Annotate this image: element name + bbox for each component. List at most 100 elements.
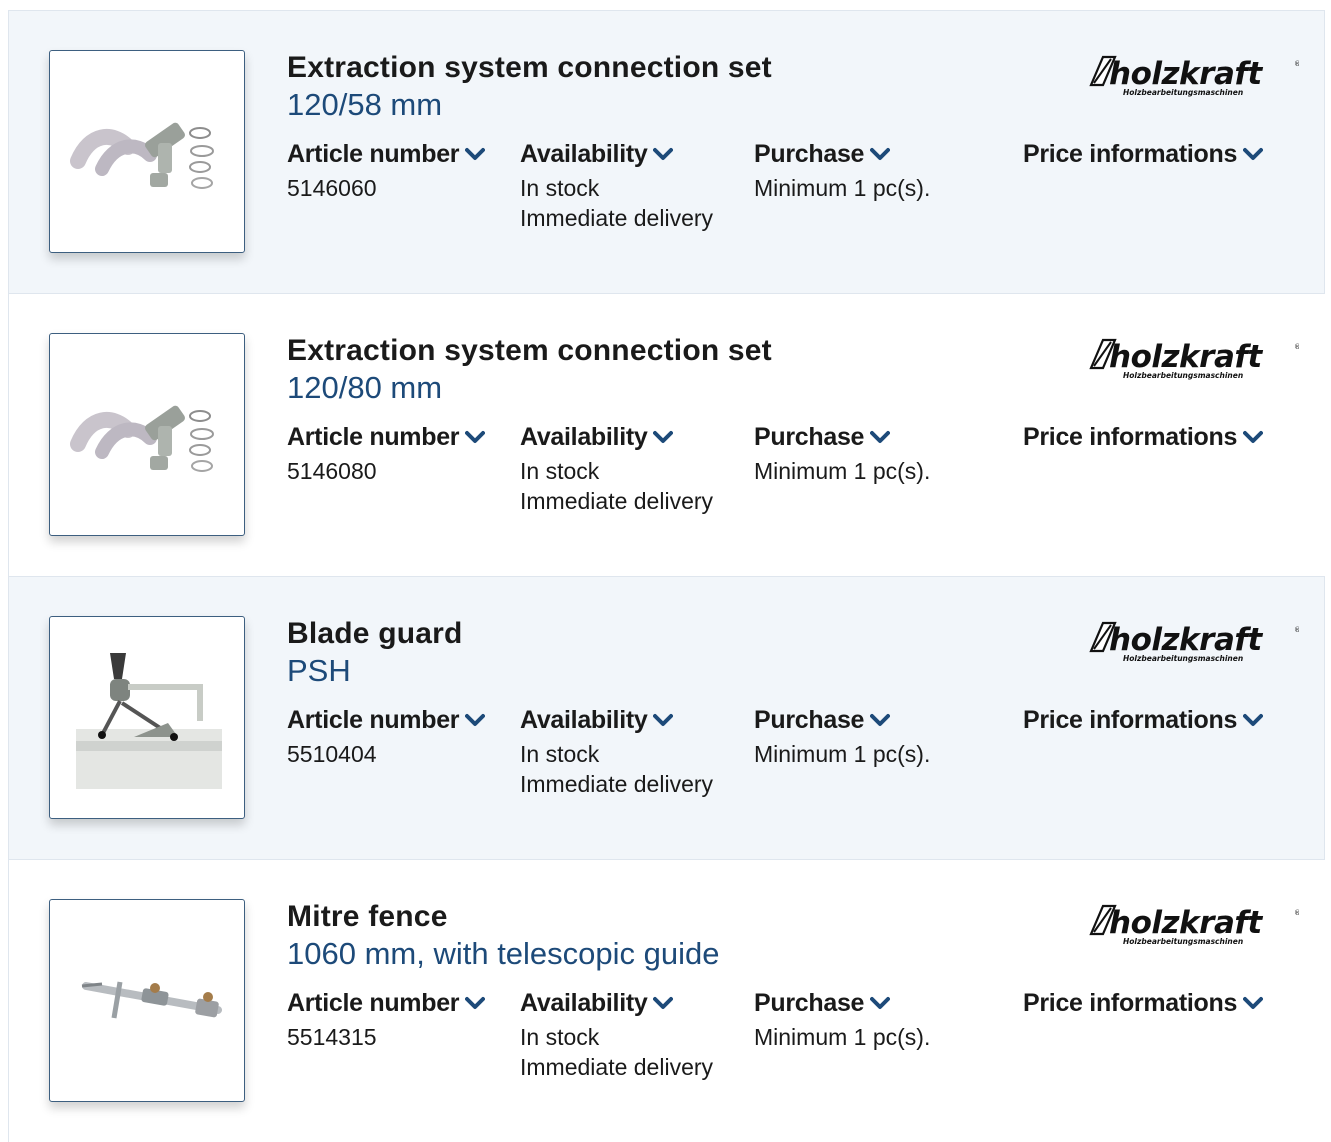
registered-mark-icon: ® — [1294, 626, 1299, 634]
blade-guard-illustration — [76, 653, 222, 789]
price-informations-label: Price informations — [1023, 423, 1238, 451]
product-subtitle[interactable]: 120/58 mm — [287, 87, 442, 123]
price-informations-toggle[interactable]: Price informations — [1023, 705, 1264, 736]
availability-label: Availability — [520, 140, 648, 168]
minimum-quantity: Minimum 1 pc(s). — [754, 457, 931, 484]
extraction-set-illustration — [70, 122, 214, 189]
stock-status: In stock — [520, 740, 600, 767]
brand-tagline: Holzbearbeitungsmaschinen — [1123, 937, 1243, 946]
product-subtitle[interactable]: PSH — [287, 653, 351, 689]
chevron-down-icon — [465, 422, 486, 451]
article-number-column: Article number 5514315 — [287, 989, 486, 1052]
chevron-down-icon — [653, 139, 674, 168]
price-informations-label: Price informations — [1023, 989, 1238, 1017]
chevron-down-icon — [653, 422, 674, 451]
price-informations-toggle[interactable]: Price informations — [1023, 988, 1264, 1019]
product-subtitle[interactable]: 1060 mm, with telescopic guide — [287, 936, 720, 972]
chevron-down-icon — [1243, 988, 1264, 1017]
chevron-down-icon — [1243, 139, 1264, 168]
chevron-down-icon — [1243, 422, 1264, 451]
purchase-toggle[interactable]: Purchase — [754, 423, 930, 453]
article-number-value: 5146060 — [287, 174, 377, 201]
article-number-column: Article number 5510404 — [287, 705, 486, 769]
article-number-label: Article number — [287, 140, 460, 168]
product-row[interactable]: Extraction system connection set 120/58 … — [8, 10, 1325, 293]
holzkraft-logo[interactable]: holzkraft ® Holzbearbeitungsmaschinen — [1087, 617, 1301, 663]
stock-status: In stock — [520, 1023, 600, 1050]
price-informations-toggle[interactable]: Price informations — [1023, 422, 1264, 453]
holzkraft-logo[interactable]: holzkraft ® Holzbearbeitungsmaschinen — [1087, 334, 1301, 380]
article-number-label: Article number — [287, 989, 460, 1017]
product-row[interactable]: Extraction system connection set 120/80 … — [8, 293, 1325, 576]
product-row[interactable]: Blade guard PSH Article number 5510404 A… — [8, 576, 1325, 859]
availability-toggle[interactable]: Availability — [520, 706, 713, 736]
chevron-down-icon — [870, 422, 891, 451]
availability-toggle[interactable]: Availability — [520, 140, 713, 170]
availability-toggle[interactable]: Availability — [520, 423, 713, 453]
registered-mark-icon: ® — [1294, 909, 1299, 917]
price-informations-label: Price informations — [1023, 706, 1238, 734]
product-title[interactable]: Mitre fence — [287, 900, 448, 934]
article-number-toggle[interactable]: Article number — [287, 989, 486, 1019]
registered-mark-icon: ® — [1294, 60, 1299, 68]
article-number-toggle[interactable]: Article number — [287, 705, 486, 736]
purchase-toggle[interactable]: Purchase — [754, 989, 930, 1019]
product-image[interactable] — [49, 899, 245, 1102]
chevron-down-icon — [465, 705, 486, 734]
availability-column: Availability In stock Immediate delivery — [520, 140, 713, 233]
chevron-down-icon — [870, 988, 891, 1017]
brand-name: holzkraft — [1109, 56, 1263, 92]
article-number-value: 5514315 — [287, 1023, 377, 1050]
brand-tagline: Holzbearbeitungsmaschinen — [1123, 654, 1243, 663]
purchase-label: Purchase — [754, 989, 865, 1017]
availability-column: Availability In stock Immediate delivery — [520, 423, 713, 516]
purchase-label: Purchase — [754, 140, 865, 168]
extraction-set-illustration — [70, 405, 214, 472]
purchase-toggle[interactable]: Purchase — [754, 140, 930, 170]
registered-mark-icon: ® — [1294, 343, 1299, 351]
product-title[interactable]: Extraction system connection set — [287, 51, 772, 85]
availability-column: Availability In stock Immediate delivery — [520, 706, 713, 799]
chevron-down-icon — [1243, 705, 1264, 734]
price-informations-column: Price informations — [1023, 705, 1264, 736]
purchase-column: Purchase Minimum 1 pc(s). — [754, 423, 930, 486]
article-number-column: Article number 5146080 — [287, 422, 486, 486]
brand-name: holzkraft — [1109, 339, 1263, 375]
delivery-status: Immediate delivery — [520, 770, 714, 797]
purchase-column: Purchase Minimum 1 pc(s). — [754, 140, 930, 203]
holzkraft-logo[interactable]: holzkraft ® Holzbearbeitungsmaschinen — [1087, 51, 1301, 97]
chevron-down-icon — [465, 139, 486, 168]
delivery-status: Immediate delivery — [520, 487, 714, 514]
brand-tagline: Holzbearbeitungsmaschinen — [1123, 88, 1243, 97]
article-number-toggle[interactable]: Article number — [287, 139, 486, 170]
brand-name: holzkraft — [1109, 622, 1263, 658]
mitre-fence-illustration — [81, 981, 222, 1019]
purchase-column: Purchase Minimum 1 pc(s). — [754, 989, 930, 1052]
price-informations-column: Price informations — [1023, 422, 1264, 453]
product-row[interactable]: Mitre fence 1060 mm, with telescopic gui… — [8, 859, 1325, 1142]
product-list: Extraction system connection set 120/58 … — [0, 0, 1331, 1142]
minimum-quantity: Minimum 1 pc(s). — [754, 174, 931, 201]
product-image[interactable] — [49, 333, 245, 536]
chevron-down-icon — [870, 139, 891, 168]
delivery-status: Immediate delivery — [520, 1053, 714, 1080]
product-title[interactable]: Blade guard — [287, 617, 463, 651]
chevron-down-icon — [653, 705, 674, 734]
availability-toggle[interactable]: Availability — [520, 989, 713, 1019]
purchase-toggle[interactable]: Purchase — [754, 706, 930, 736]
price-informations-toggle[interactable]: Price informations — [1023, 139, 1264, 170]
holzkraft-logo[interactable]: holzkraft ® Holzbearbeitungsmaschinen — [1087, 900, 1301, 946]
article-number-column: Article number 5146060 — [287, 139, 486, 203]
product-title[interactable]: Extraction system connection set — [287, 334, 772, 368]
product-subtitle[interactable]: 120/80 mm — [287, 370, 442, 406]
chevron-down-icon — [653, 988, 674, 1017]
product-image[interactable] — [49, 616, 245, 819]
price-informations-column: Price informations — [1023, 988, 1264, 1019]
article-number-toggle[interactable]: Article number — [287, 422, 486, 453]
minimum-quantity: Minimum 1 pc(s). — [754, 740, 931, 767]
availability-label: Availability — [520, 706, 648, 734]
article-number-value: 5510404 — [287, 740, 377, 767]
product-image[interactable] — [49, 50, 245, 253]
purchase-column: Purchase Minimum 1 pc(s). — [754, 706, 930, 769]
availability-label: Availability — [520, 989, 648, 1017]
